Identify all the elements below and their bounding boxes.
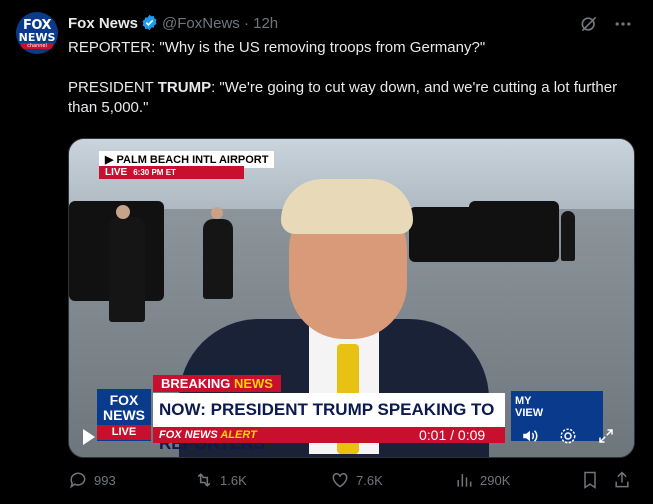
video-player[interactable]: ▶ PALM BEACH INTL AIRPORT LIVE 6:30 PM ET…: [68, 138, 635, 458]
like-count: 7.6K: [356, 472, 383, 488]
fullscreen-icon[interactable]: [597, 427, 615, 445]
repost-button[interactable]: 1.6K: [194, 470, 247, 490]
bookmark-icon: [584, 471, 596, 489]
video-agent-mid-head: [211, 207, 223, 219]
video-live-time: 6:30 PM ET: [133, 168, 176, 177]
settings-gear-icon[interactable]: [559, 427, 577, 445]
verified-badge-icon: [141, 14, 158, 35]
tweet-top-actions: [579, 14, 633, 34]
breaking-news-banner: BREAKING NEWS: [153, 375, 281, 392]
views-icon: [457, 474, 472, 487]
video-agent-mid: [203, 219, 233, 299]
tweet-header: Fox News @FoxNews · 12h: [68, 14, 278, 35]
myview-line1: MY: [515, 395, 532, 407]
tweet-text-line-1: REPORTER: "Why is the US removing troops…: [68, 39, 486, 56]
tweet-text-line-2: PRESIDENT TRUMP: "We're going to cut way…: [68, 78, 633, 118]
video-suv-far: [469, 201, 559, 226]
text-prefix: PRESIDENT: [68, 79, 158, 96]
video-subject-hair: [281, 179, 413, 234]
avatar[interactable]: FOX NEWS channel: [16, 12, 58, 54]
video-timecode: 0:01 / 0:09: [419, 427, 486, 443]
avatar-logo-channel: channel: [21, 43, 53, 49]
video-location-text: PALM BEACH INTL AIRPORT: [116, 154, 269, 166]
share-icon: [615, 471, 629, 488]
reply-icon: [70, 472, 86, 489]
video-controls: 0:01 / 0:09: [69, 417, 634, 457]
logo-fox: FOX: [109, 392, 139, 408]
volume-icon[interactable]: [521, 427, 539, 445]
repost-count: 1.6K: [220, 472, 247, 488]
tweet-text: REPORTER: "Why is the US removing troops…: [68, 38, 633, 138]
bookmark-button[interactable]: [580, 470, 606, 490]
more-options-icon[interactable]: [613, 14, 633, 34]
author-handle-time[interactable]: @FoxNews · 12h: [162, 15, 278, 32]
tweet-actions: 993 1.6K 7.6K 290K: [68, 470, 633, 492]
breaking-news-word: NEWS: [233, 376, 273, 391]
reply-count: 993: [94, 472, 116, 488]
video-agent-right: [561, 211, 575, 261]
views-count: 290K: [480, 472, 511, 488]
author-name[interactable]: Fox News: [68, 15, 138, 32]
heart-icon: [332, 472, 348, 488]
play-icon[interactable]: [83, 429, 95, 445]
share-button[interactable]: [612, 470, 638, 490]
reply-button[interactable]: 993: [68, 470, 116, 490]
repost-icon: [197, 473, 211, 487]
video-live-label: LIVE: [105, 167, 128, 178]
like-button[interactable]: 7.6K: [330, 470, 383, 490]
grok-icon[interactable]: [579, 14, 599, 34]
views-button[interactable]: 290K: [454, 470, 510, 490]
breaking-label: BREAKING: [161, 376, 231, 391]
video-live-tag: LIVE 6:30 PM ET: [99, 166, 244, 179]
video-agent-left-head: [116, 205, 130, 219]
text-bold-name: TRUMP: [157, 79, 212, 96]
video-agent-left: [109, 217, 145, 322]
